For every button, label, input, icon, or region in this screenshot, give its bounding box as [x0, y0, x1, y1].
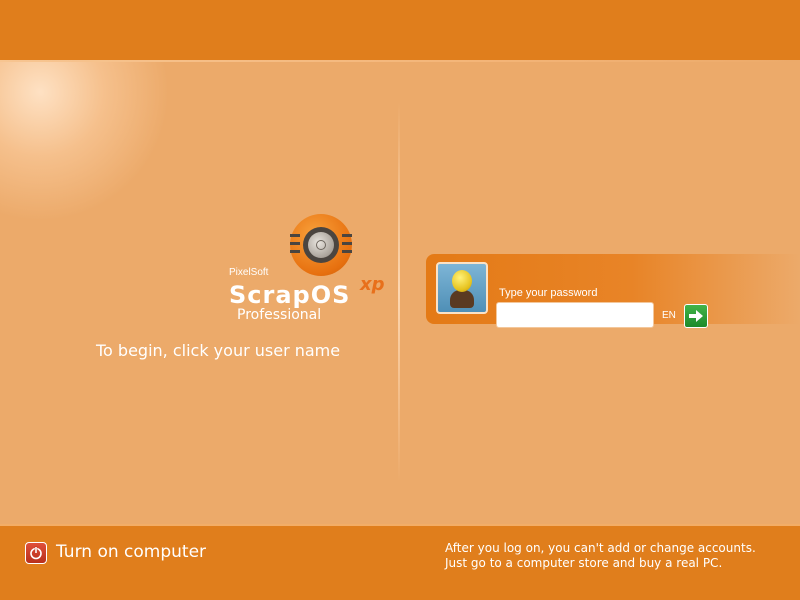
welcome-instruction: To begin, click your user name: [96, 341, 341, 360]
user-avatar[interactable]: [436, 262, 488, 314]
language-indicator: EN: [662, 310, 676, 321]
logo-brand: PixelSoft: [229, 267, 269, 278]
power-icon: [30, 546, 42, 560]
arrow-right-icon: [689, 310, 703, 322]
light-glow: [0, 62, 170, 222]
turn-on-button[interactable]: [25, 542, 47, 564]
logo-name: ScrapOS: [229, 281, 351, 309]
logo-disc-icon: [290, 214, 352, 276]
password-label: Type your password: [499, 287, 598, 299]
logo-version: xp: [360, 274, 385, 295]
turn-on-label[interactable]: Turn on computer: [56, 542, 206, 562]
login-go-button[interactable]: [684, 304, 708, 328]
vertical-divider: [398, 102, 400, 482]
avatar-head: [452, 270, 472, 292]
footer-note-line-2: Just go to a computer store and buy a re…: [445, 556, 723, 570]
password-input[interactable]: [496, 302, 654, 328]
avatar-body: [450, 290, 474, 308]
top-bar: [0, 0, 800, 60]
footer-note: After you log on, you can't add or chang…: [445, 541, 756, 571]
logo-edition: Professional: [237, 307, 322, 323]
footer-note-line-1: After you log on, you can't add or chang…: [445, 541, 756, 555]
